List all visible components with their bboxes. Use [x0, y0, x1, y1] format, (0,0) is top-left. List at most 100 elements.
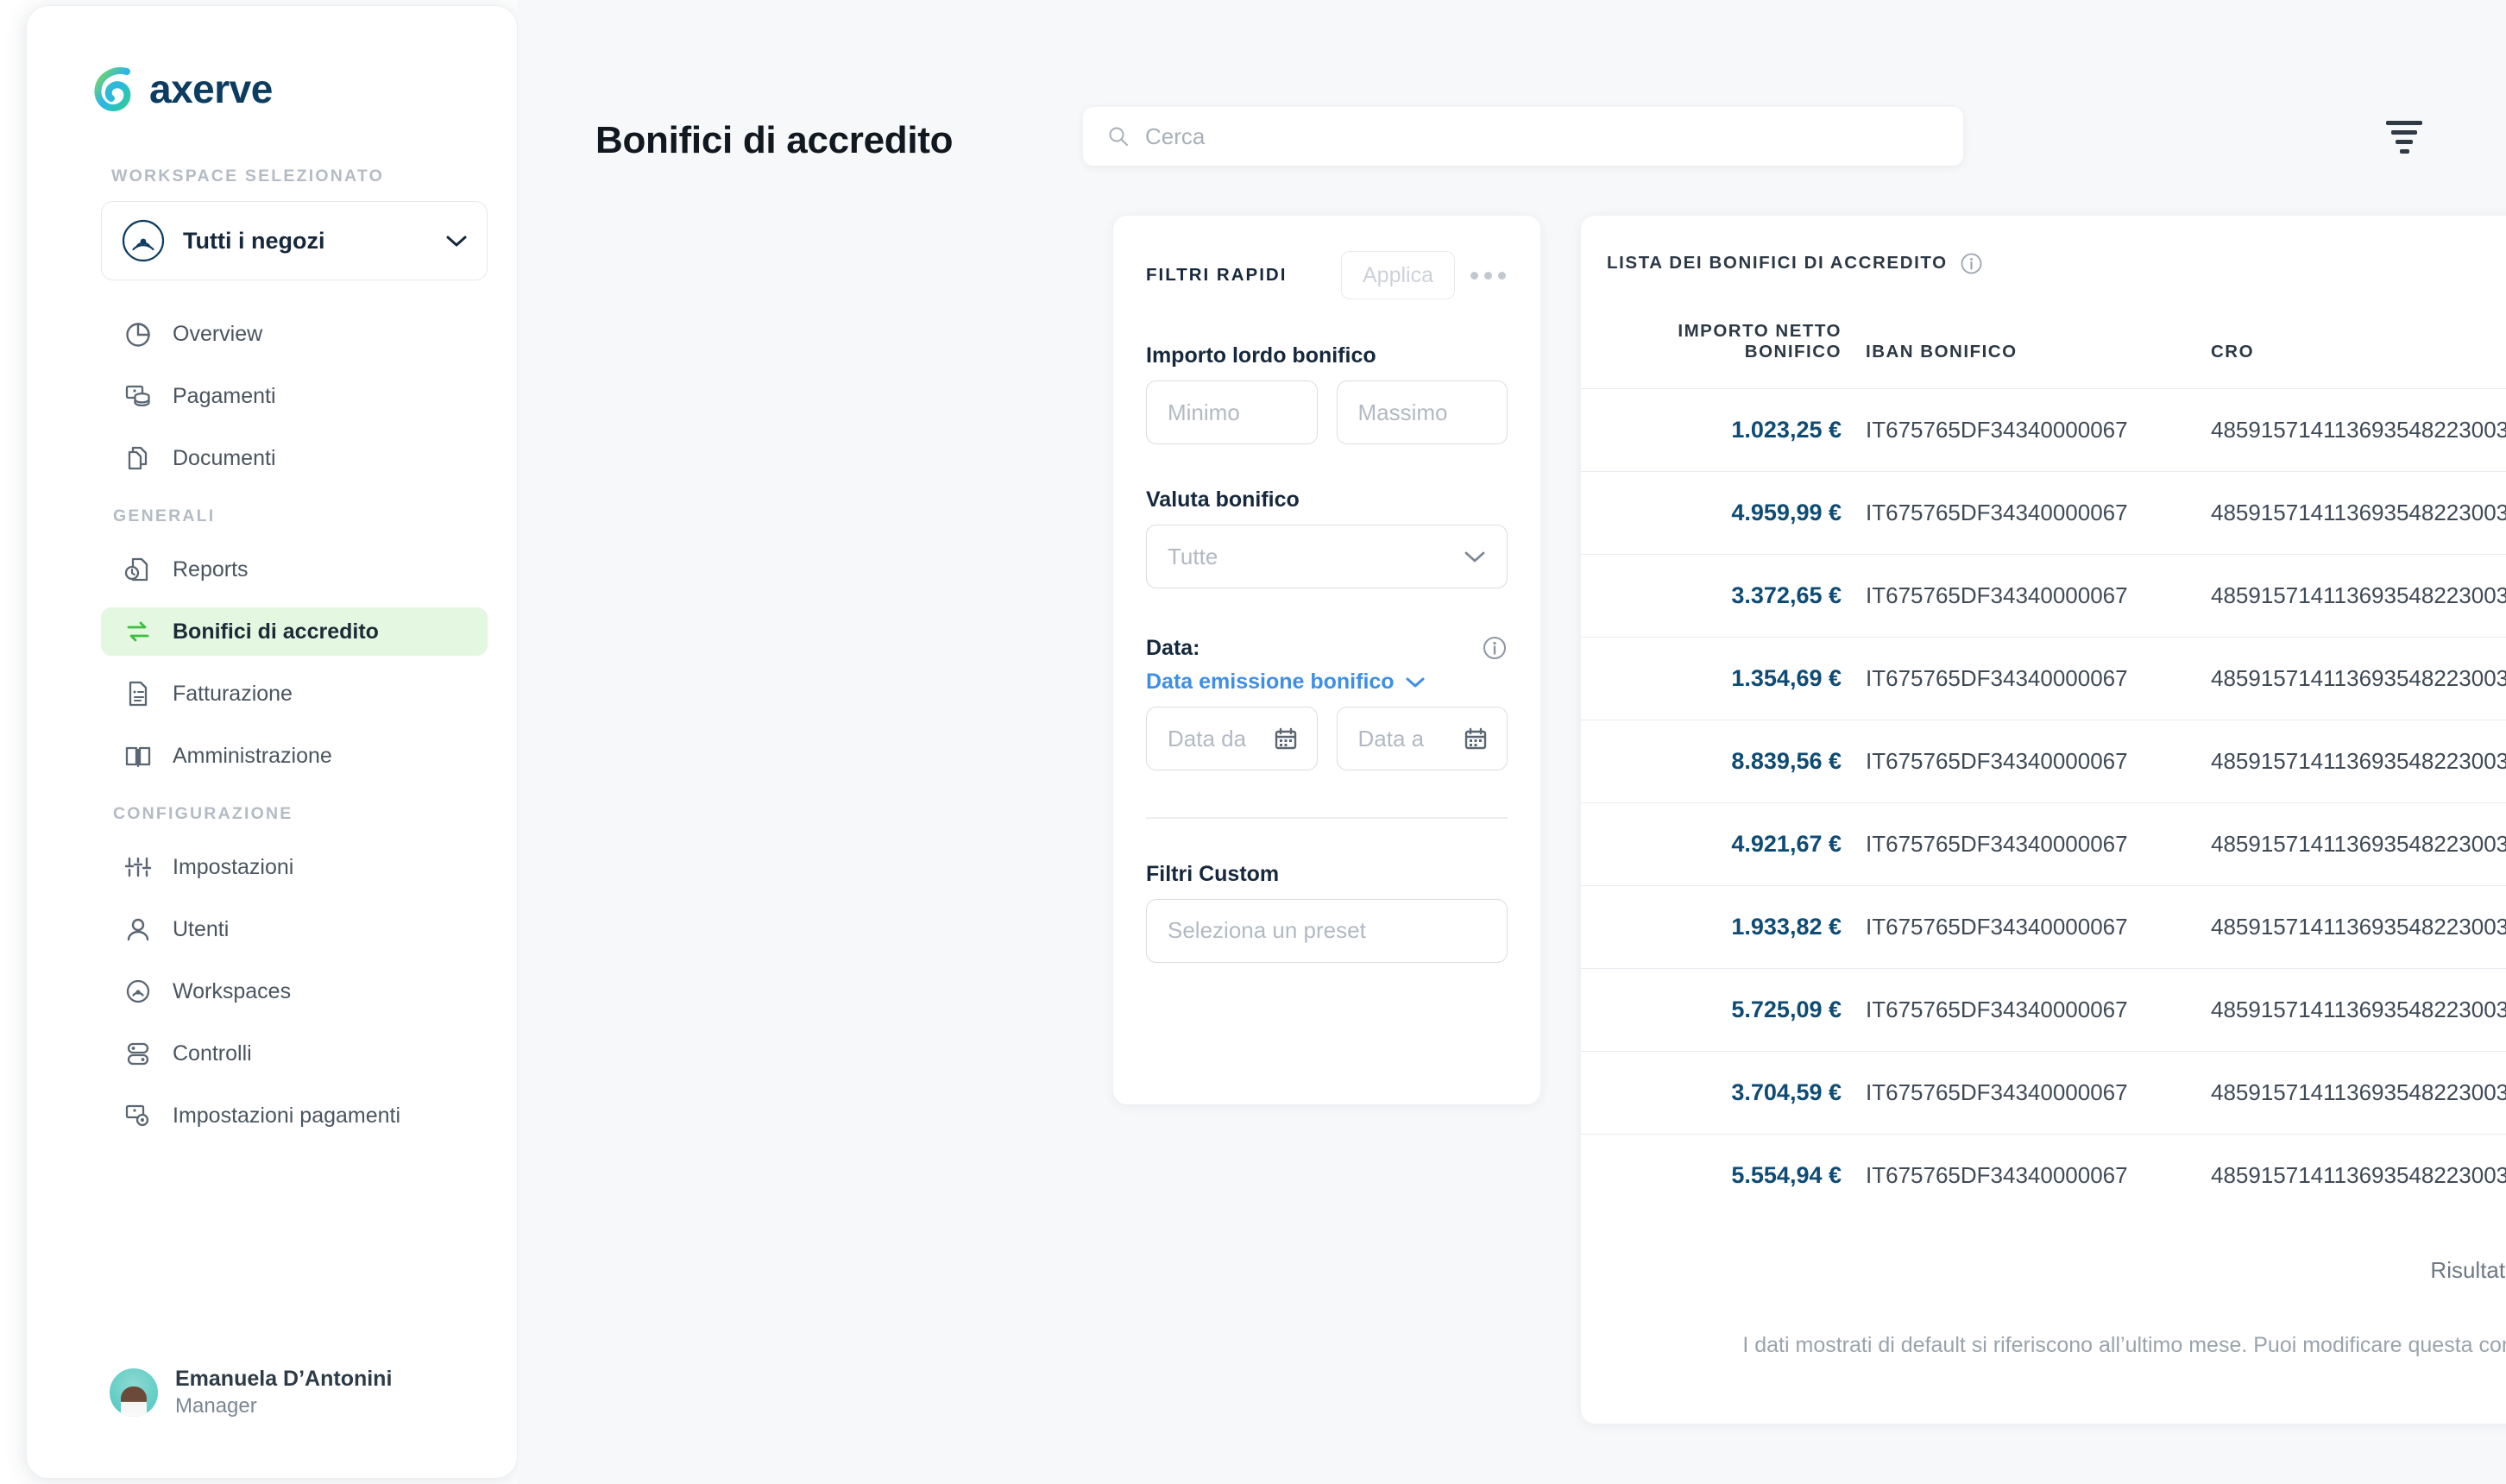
sidebar-item-label: Pagamenti — [173, 383, 276, 408]
sidebar-item-workspaces[interactable]: Workspaces — [101, 967, 488, 1016]
axerve-logo-icon — [94, 67, 131, 112]
table-row[interactable]: 5.554,94 € IT675765DF34340000067 4859157… — [1581, 1134, 2506, 1217]
date-to-input[interactable]: Data a — [1336, 707, 1508, 770]
amount-min-input[interactable]: Minimo — [1146, 380, 1318, 444]
sidebar-item-pagamenti[interactable]: Pagamenti — [101, 372, 488, 420]
sidebar-item-impostazioni[interactable]: Impostazioni — [101, 843, 488, 891]
cell-importo: 3.704,59 € — [1581, 1051, 1866, 1135]
payments-icon — [123, 381, 153, 411]
cell-iban: IT675765DF34340000067 — [1866, 885, 2211, 969]
table-row[interactable]: 8.839,56 € IT675765DF34340000067 4859157… — [1581, 720, 2506, 803]
cell-importo: 1.354,69 € — [1581, 637, 1866, 720]
column-header-iban-bonifico[interactable]: IBAN BONIFICO — [1866, 311, 2211, 389]
user-name: Emanuela D’Antonini — [175, 1366, 393, 1391]
cell-iban: IT675765DF34340000067 — [1866, 637, 2211, 720]
date-from-input[interactable]: Data da — [1146, 707, 1318, 770]
sidebar-item-overview[interactable]: Overview — [101, 310, 488, 358]
workspace-value: Tutti i negozi — [183, 227, 325, 254]
app-root: axerve WORKSPACE SELEZIONATO Tutti i neg… — [0, 0, 2506, 1484]
invoice-icon — [123, 679, 153, 708]
table-row[interactable]: 1.354,69 € IT675765DF34340000067 4859157… — [1581, 637, 2506, 720]
date-from-placeholder: Data da — [1168, 725, 1247, 751]
workspace-icon — [123, 977, 153, 1006]
calendar-icon[interactable] — [1464, 726, 1488, 751]
sidebar-item-label: Fatturazione — [173, 681, 293, 706]
search-placeholder: Cerca — [1145, 123, 1206, 149]
date-filter-header: Data: — [1146, 635, 1508, 661]
page-title: Bonifici di accredito — [595, 119, 954, 161]
quick-filters-title: FILTRI RAPIDI — [1146, 265, 1288, 285]
sidebar-item-reports[interactable]: Reports — [101, 545, 488, 594]
column-header-cro[interactable]: CRO — [2211, 311, 2506, 389]
cell-cro: 48591571411369354822300348501T — [2211, 471, 2506, 555]
funnel-bar — [2391, 130, 2417, 135]
date-range-row: Data da Data a — [1146, 707, 1508, 770]
brand-name: axerve — [149, 66, 273, 111]
sidebar-item-amministrazione[interactable]: Amministrazione — [101, 732, 488, 780]
table-header-row: IMPORTO NETTO BONIFICO IBAN BONIFICO CRO… — [1581, 311, 2506, 389]
table-row[interactable]: 3.372,65 € IT675765DF34340000067 4859157… — [1581, 554, 2506, 638]
table-header-bar: LISTA DEI BONIFICI DI ACCREDITO Esporta — [1581, 216, 2506, 311]
filters-more-button[interactable] — [1469, 263, 1508, 288]
amount-filter-label: Importo lordo bonifico — [1146, 343, 1376, 368]
cell-iban: IT675765DF34340000067 — [1866, 1051, 2211, 1135]
custom-preset-select[interactable]: Seleziona un preset — [1146, 898, 1508, 963]
transfers-table-card: LISTA DEI BONIFICI DI ACCREDITO Esporta … — [1581, 216, 2506, 1424]
workspace-icon — [122, 219, 165, 262]
sidebar-item-label: Workspaces — [173, 978, 292, 1003]
sidebar-item-fatturazione[interactable]: Fatturazione — [101, 670, 488, 718]
table-row[interactable]: 3.704,59 € IT675765DF34340000067 4859157… — [1581, 1051, 2506, 1135]
table-row[interactable]: 5.725,09 € IT675765DF34340000067 4859157… — [1581, 968, 2506, 1052]
report-clock-icon — [123, 555, 153, 584]
sidebar: axerve WORKSPACE SELEZIONATO Tutti i neg… — [26, 5, 518, 1479]
user-role: Manager — [175, 1393, 257, 1418]
sidebar-item-controlli[interactable]: Controlli — [101, 1029, 488, 1078]
brand-logo[interactable]: axerve — [89, 65, 273, 113]
amount-max-input[interactable]: Massimo — [1336, 380, 1508, 444]
sidebar-nav: Overview Pagamenti Documenti GENERALI Re… — [101, 310, 488, 1154]
info-icon[interactable] — [1960, 252, 1983, 275]
table-row[interactable]: 1.933,82 € IT675765DF34340000067 4859157… — [1581, 885, 2506, 969]
cell-cro: 48591571411369354822300348501T — [2211, 720, 2506, 803]
user-profile[interactable]: Emanuela D’Antonini Manager — [110, 1366, 392, 1419]
search-input[interactable]: Cerca — [1083, 107, 1963, 166]
sidebar-item-label: Controlli — [173, 1041, 252, 1066]
sidebar-item-label: Impostazioni — [173, 854, 294, 879]
table-title: LISTA DEI BONIFICI DI ACCREDITO — [1607, 253, 1948, 273]
book-icon — [123, 741, 153, 770]
cell-cro: 48591571411369354822300348501T — [2211, 388, 2506, 472]
info-icon[interactable] — [1482, 635, 1508, 661]
table-row[interactable]: 1.023,25 € IT675765DF34340000067 4859157… — [1581, 388, 2506, 472]
workspace-selector[interactable]: Tutti i negozi — [101, 201, 488, 280]
pie-chart-icon — [123, 319, 153, 349]
footnote-text: I dati mostrati di default si riferiscon… — [1742, 1332, 2506, 1357]
transfer-arrows-icon — [123, 617, 153, 646]
cell-importo: 5.554,94 € — [1581, 1134, 1866, 1217]
sidebar-item-impostazioni-pagamenti[interactable]: Impostazioni pagamenti — [101, 1091, 488, 1140]
sidebar-item-label: Bonifici di accredito — [173, 619, 379, 644]
cell-iban: IT675765DF34340000067 — [1866, 802, 2211, 886]
sidebar-item-utenti[interactable]: Utenti — [101, 905, 488, 953]
sidebar-item-label: Reports — [173, 556, 249, 582]
sidebar-item-label: Impostazioni pagamenti — [173, 1103, 401, 1128]
cell-cro: 48591571411369354822300348501T — [2211, 802, 2506, 886]
date-to-placeholder: Data a — [1357, 725, 1425, 751]
apply-filters-button[interactable]: Applica — [1341, 251, 1455, 299]
table-row[interactable]: 4.959,99 € IT675765DF34340000067 4859157… — [1581, 471, 2506, 555]
chevron-down-icon — [1406, 677, 1425, 687]
cell-cro: 48591571411369354822300348501T — [2211, 554, 2506, 638]
avatar — [110, 1368, 158, 1417]
calendar-icon[interactable] — [1274, 726, 1298, 751]
funnel-bar — [2386, 121, 2422, 125]
filter-toggle-button[interactable] — [2382, 116, 2427, 159]
sliders-icon — [123, 852, 153, 882]
cell-importo: 1.933,82 € — [1581, 885, 1866, 969]
sidebar-item-documenti[interactable]: Documenti — [101, 434, 488, 482]
column-header-importo-netto-bonifico[interactable]: IMPORTO NETTO BONIFICO — [1581, 311, 1866, 389]
table-row[interactable]: 4.921,67 € IT675765DF34340000067 4859157… — [1581, 802, 2506, 886]
currency-select[interactable]: Tutte — [1146, 525, 1508, 588]
quick-filters-panel: FILTRI RAPIDI Applica Importo lordo boni… — [1113, 216, 1540, 1104]
sidebar-item-label: Overview — [173, 321, 263, 346]
sidebar-item-bonifici-di-accredito[interactable]: Bonifici di accredito — [101, 607, 488, 656]
date-mode-selector[interactable]: Data emissione bonifico — [1146, 670, 1508, 695]
